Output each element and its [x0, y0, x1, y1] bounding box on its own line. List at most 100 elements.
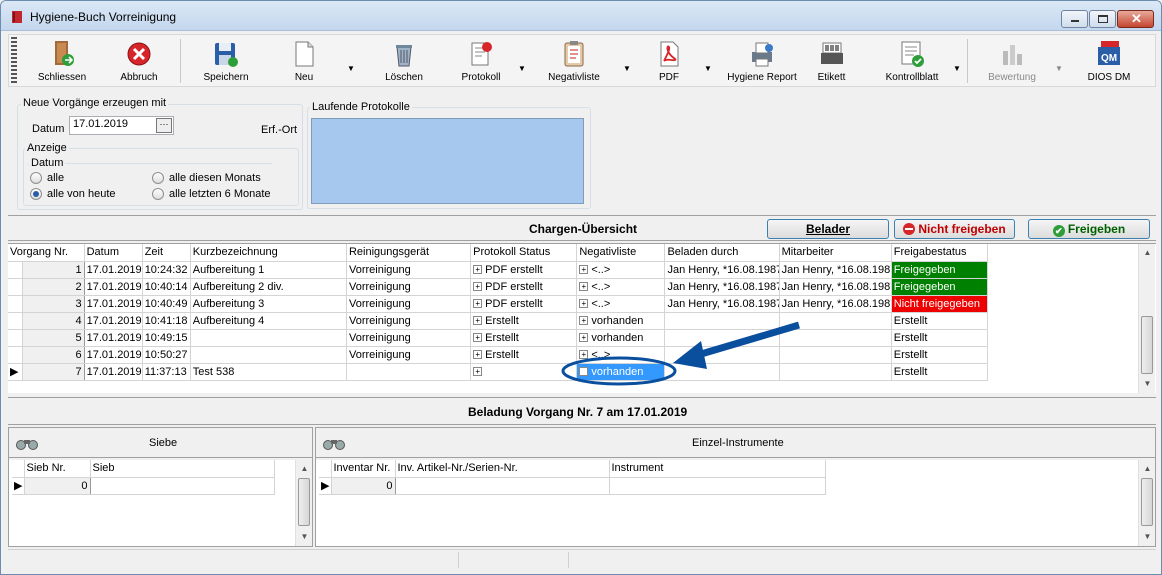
dios-dm-button[interactable]: QM DIOS DM: [1071, 35, 1147, 87]
expand-icon[interactable]: +: [579, 282, 589, 292]
kurzbezeichnung-cell[interactable]: [190, 329, 347, 347]
kurzbezeichnung-cell[interactable]: [190, 346, 347, 364]
vorgang-nr-cell[interactable]: 3: [22, 295, 85, 313]
freigabestatus-cell[interactable]: Erstellt: [891, 329, 989, 347]
expand-icon[interactable]: +: [473, 367, 483, 377]
freigabestatus-cell[interactable]: Erstellt: [891, 346, 989, 364]
row-indicator[interactable]: [8, 278, 23, 296]
expand-icon[interactable]: +: [473, 333, 483, 343]
abbruch-button[interactable]: Abbruch: [109, 35, 169, 87]
radio-alle[interactable]: [30, 172, 42, 184]
scroll-thumb[interactable]: [298, 478, 310, 526]
einzel-scrollbar[interactable]: ▲ ▼: [1138, 460, 1155, 546]
close-window-button[interactable]: ✕: [1117, 10, 1154, 28]
zeit-cell[interactable]: 10:41:18: [142, 312, 191, 330]
date-picker-button[interactable]: ···: [156, 118, 172, 133]
beladen-durch-cell[interactable]: Jan Henry, *16.08.1987: [664, 278, 780, 296]
col-vorgang-nr[interactable]: Vorgang Nr.: [8, 244, 85, 262]
table-row[interactable]: 5 17.01.2019 10:49:15 Vorreinigung + Erstellt…: [8, 329, 989, 347]
negativliste-cell[interactable]: + <..>: [576, 278, 666, 296]
freigabestatus-cell[interactable]: Freigegeben: [891, 261, 989, 279]
vorgang-nr-cell[interactable]: 1: [22, 261, 85, 279]
freigabestatus-cell[interactable]: Nicht freigegeben: [891, 295, 989, 313]
reinigungsgeraet-cell[interactable]: Vorreinigung: [346, 261, 472, 279]
col-negativliste[interactable]: Negativliste: [576, 244, 666, 262]
freigabestatus-cell[interactable]: Erstellt: [891, 312, 989, 330]
zeit-cell[interactable]: 10:40:14: [142, 278, 191, 296]
expand-icon[interactable]: +: [473, 265, 483, 275]
reinigungsgeraet-cell[interactable]: [346, 363, 472, 381]
sieb-cell[interactable]: [90, 477, 275, 495]
beladen-durch-cell[interactable]: Jan Henry, *16.08.1987: [664, 295, 780, 313]
neu-dropdown-arrow[interactable]: ▼: [347, 64, 355, 73]
sieb-nr-cell[interactable]: 0: [24, 477, 91, 495]
nicht-freigeben-button[interactable]: Nicht freigeben: [894, 219, 1015, 239]
col-inventar-nr[interactable]: Inventar Nr.: [331, 460, 396, 478]
pdf-dropdown-arrow[interactable]: ▼: [704, 64, 712, 73]
table-row[interactable]: 6 17.01.2019 10:50:27 Vorreinigung + Erstellt…: [8, 346, 989, 364]
col-datum[interactable]: Datum: [84, 244, 143, 262]
expand-icon[interactable]: +: [473, 316, 483, 326]
row-indicator[interactable]: [8, 329, 23, 347]
hygiene-report-button[interactable]: Hygiene Report: [717, 35, 807, 87]
neu-button[interactable]: Neu: [279, 35, 329, 87]
schliessen-button[interactable]: Schliessen: [31, 35, 93, 87]
mitarbeiter-cell[interactable]: Jan Henry, *16.08.1987: [779, 278, 892, 296]
vorgang-nr-cell[interactable]: 2: [22, 278, 85, 296]
row-indicator[interactable]: [8, 346, 23, 364]
kurzbezeichnung-cell[interactable]: Aufbereitung 2 div.: [190, 278, 347, 296]
datum-cell[interactable]: 17.01.2019: [84, 346, 143, 364]
radio-alle-diesen-monats[interactable]: [152, 172, 164, 184]
freigabestatus-cell[interactable]: Erstellt: [891, 363, 989, 381]
table-row[interactable]: 1 17.01.2019 10:24:32 Aufbereitung 1 Vorrein…: [8, 261, 989, 279]
speichern-button[interactable]: Speichern: [194, 35, 258, 87]
pdf-button[interactable]: PDF: [639, 35, 699, 87]
table-row[interactable]: ▶ 7 17.01.2019 11:37:13 Test 538 + + vorhanden E…: [8, 363, 989, 381]
mitarbeiter-cell[interactable]: Jan Henry, *16.08.1987: [779, 295, 892, 313]
protokoll-status-cell[interactable]: + PDF erstellt: [470, 278, 578, 296]
instrument-cell[interactable]: [609, 477, 826, 495]
artikel-nr-cell[interactable]: [395, 477, 610, 495]
scroll-thumb[interactable]: [1141, 478, 1153, 526]
col-reinigungsgeraet[interactable]: Reinigungsgerät: [346, 244, 472, 262]
etikett-button[interactable]: Etikett: [809, 35, 854, 87]
protokoll-status-cell[interactable]: + PDF erstellt: [470, 261, 578, 279]
minimize-button[interactable]: [1061, 10, 1088, 28]
col-kurzbezeichnung[interactable]: Kurzbezeichnung: [190, 244, 347, 262]
table-row[interactable]: 4 17.01.2019 10:41:18 Aufbereitung 4 Vorrein…: [8, 312, 989, 330]
kontrollblatt-button[interactable]: Kontrollblatt: [877, 35, 947, 87]
vorgang-nr-cell[interactable]: 5: [22, 329, 85, 347]
datum-cell[interactable]: 17.01.2019: [84, 363, 143, 381]
protokoll-button[interactable]: Protokoll: [449, 35, 513, 87]
vorgang-nr-cell[interactable]: 7: [22, 363, 85, 381]
protokoll-dropdown-arrow[interactable]: ▼: [518, 64, 526, 73]
expand-icon[interactable]: +: [579, 299, 589, 309]
col-inv-artikel-nr[interactable]: Inv. Artikel-Nr./Serien-Nr.: [395, 460, 610, 478]
table-row[interactable]: ▶ 0: [319, 477, 826, 495]
laufende-list[interactable]: [311, 118, 584, 204]
kontrollblatt-dropdown-arrow[interactable]: ▼: [953, 64, 961, 73]
scroll-up-arrow[interactable]: ▲: [1139, 244, 1156, 261]
row-indicator[interactable]: ▶: [8, 363, 23, 381]
col-sieb[interactable]: Sieb: [90, 460, 275, 478]
reinigungsgeraet-cell[interactable]: Vorreinigung: [346, 278, 472, 296]
freigabestatus-cell[interactable]: Freigegeben: [891, 278, 989, 296]
col-instrument[interactable]: Instrument: [609, 460, 826, 478]
siebe-scrollbar[interactable]: ▲ ▼: [295, 460, 312, 546]
zeit-cell[interactable]: 11:37:13: [142, 363, 191, 381]
datum-cell[interactable]: 17.01.2019: [84, 312, 143, 330]
scroll-up-arrow[interactable]: ▲: [296, 460, 313, 477]
row-indicator[interactable]: [8, 295, 23, 313]
bewertung-dropdown-arrow[interactable]: ▼: [1055, 64, 1063, 73]
expand-icon[interactable]: +: [473, 299, 483, 309]
zeit-cell[interactable]: 10:40:49: [142, 295, 191, 313]
table-row[interactable]: ▶ 0: [12, 477, 275, 495]
kurzbezeichnung-cell[interactable]: Aufbereitung 1: [190, 261, 347, 279]
binoculars-icon[interactable]: [15, 436, 39, 450]
reinigungsgeraet-cell[interactable]: Vorreinigung: [346, 312, 472, 330]
loeschen-button[interactable]: Löschen: [369, 35, 439, 87]
table-row[interactable]: 3 17.01.2019 10:40:49 Aufbereitung 3 Vorrein…: [8, 295, 989, 313]
vorgang-nr-cell[interactable]: 6: [22, 346, 85, 364]
zeit-cell[interactable]: 10:50:27: [142, 346, 191, 364]
protokoll-status-cell[interactable]: + PDF erstellt: [470, 295, 578, 313]
